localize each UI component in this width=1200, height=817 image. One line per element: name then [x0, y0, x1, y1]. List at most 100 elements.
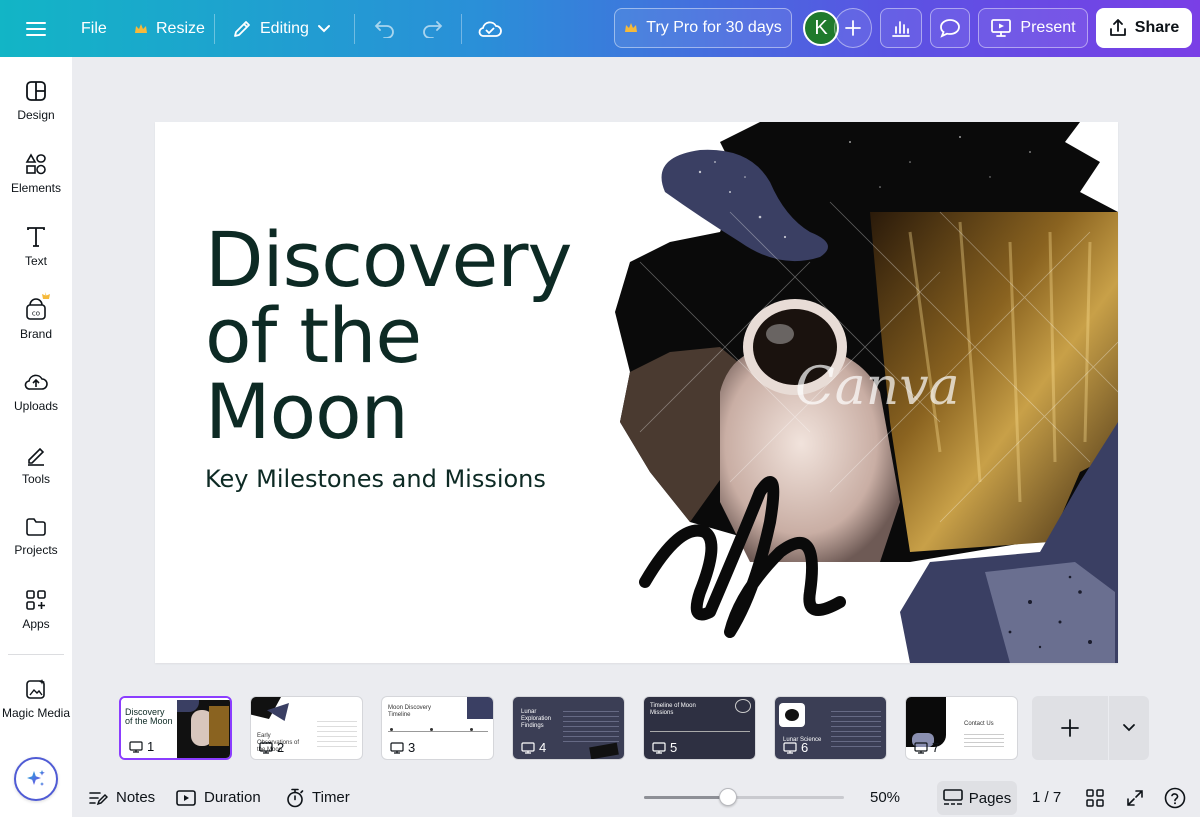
- sidebar-item-brand[interactable]: co Brand: [0, 291, 72, 341]
- grid-view-button[interactable]: [1086, 778, 1104, 817]
- folder-icon: [26, 518, 46, 536]
- magic-assistant-button[interactable]: [14, 757, 58, 801]
- present-icon: [783, 741, 797, 754]
- sidebar-item-projects[interactable]: Projects: [0, 517, 72, 557]
- menu-button[interactable]: [26, 0, 46, 57]
- zoom-slider-handle[interactable]: [719, 788, 737, 806]
- sidebar-item-apps[interactable]: Apps: [0, 589, 72, 631]
- crown-icon: [135, 23, 147, 33]
- fullscreen-button[interactable]: [1126, 778, 1144, 817]
- share-icon: [1109, 19, 1126, 36]
- sidebar-label: Brand: [19, 327, 53, 341]
- bottom-toolbar: Notes Duration Timer 50% Pages 1 / 7: [72, 778, 1200, 817]
- file-label: File: [81, 19, 107, 37]
- crown-icon: [625, 23, 638, 32]
- try-pro-button[interactable]: Try Pro for 30 days: [614, 8, 792, 48]
- page-thumbnail[interactable]: Discovery of the Moon 1: [119, 696, 232, 760]
- slide-canvas[interactable]: Discovery of the Moon Key Milestones and…: [155, 122, 1118, 663]
- page-indicator: 1 / 7: [1032, 778, 1061, 817]
- share-button[interactable]: Share: [1096, 8, 1192, 48]
- divider: [214, 14, 215, 44]
- editing-mode-dropdown[interactable]: Editing: [232, 0, 331, 57]
- cloud-check-icon: [478, 21, 502, 37]
- file-menu[interactable]: File: [81, 0, 107, 57]
- comment-icon: [940, 19, 960, 38]
- try-pro-label: Try Pro for 30 days: [646, 19, 782, 36]
- sidebar-item-uploads[interactable]: Uploads: [0, 371, 72, 413]
- page-number: 5: [652, 740, 677, 755]
- plus-icon: [1061, 719, 1079, 737]
- present-icon: [259, 741, 273, 754]
- page-thumbnail[interactable]: Contact Us 7: [905, 696, 1018, 760]
- canva-watermark: Canva: [795, 357, 960, 417]
- sidebar-item-tools[interactable]: Tools: [0, 444, 72, 486]
- design-icon: [26, 81, 46, 101]
- apps-icon: [26, 590, 46, 610]
- editing-label: Editing: [260, 19, 309, 37]
- page-thumbnails-strip: Discovery of the Moon 1 Early Observatio…: [72, 690, 1200, 766]
- present-icon: [914, 741, 928, 754]
- undo-button[interactable]: [374, 0, 396, 57]
- chevron-down-icon: [1123, 724, 1135, 732]
- pages-label: Pages: [968, 789, 1012, 807]
- zoom-slider[interactable]: [644, 788, 844, 806]
- tools-icon: [28, 447, 45, 466]
- thumbnail-image: [177, 700, 230, 758]
- page-number: 7: [914, 740, 939, 755]
- redo-button[interactable]: [421, 0, 443, 57]
- sidebar-item-elements[interactable]: Elements: [0, 153, 72, 195]
- resize-button[interactable]: Resize: [134, 0, 205, 57]
- zoom-slider-fill: [644, 796, 728, 799]
- grid-view-icon: [1086, 788, 1104, 807]
- left-sidebar: Design Elements Text co Brand Uploads To…: [0, 57, 72, 817]
- slide-subtitle[interactable]: Key Milestones and Missions: [205, 465, 546, 493]
- sidebar-item-design[interactable]: Design: [0, 80, 72, 122]
- top-bar: File Resize Editing Try Pro for 30 days …: [0, 0, 1200, 57]
- page-number: 4: [521, 740, 546, 755]
- page-thumbnail[interactable]: Lunar Science 6: [774, 696, 887, 760]
- duration-button[interactable]: Duration: [176, 778, 261, 817]
- help-button[interactable]: [1164, 778, 1186, 817]
- notes-button[interactable]: Notes: [88, 778, 155, 817]
- slide-title[interactable]: Discovery of the Moon: [205, 222, 625, 450]
- page-thumbnail[interactable]: Early Observations of the Moon 2: [250, 696, 363, 760]
- thumbnail-title: Timeline of Moon Missions: [650, 703, 696, 716]
- notes-icon: [89, 791, 108, 805]
- add-collaborator-button[interactable]: [834, 8, 872, 48]
- brand-icon: co: [26, 292, 50, 320]
- present-icon: [390, 741, 404, 754]
- help-icon: [1164, 787, 1186, 808]
- page-thumbnail[interactable]: Timeline of Moon Missions 5: [643, 696, 756, 760]
- timer-button[interactable]: Timer: [286, 778, 350, 817]
- cloud-save-button[interactable]: [478, 0, 502, 57]
- timer-label: Timer: [312, 789, 350, 806]
- sidebar-label: Magic Media: [1, 706, 71, 720]
- present-icon: [521, 741, 535, 754]
- sidebar-item-magic-media[interactable]: Magic Media: [0, 678, 72, 720]
- add-page-button[interactable]: [1032, 696, 1108, 760]
- page-thumbnail[interactable]: Lunar Exploration Findings 4: [512, 696, 625, 760]
- page-options-button[interactable]: [1109, 696, 1149, 760]
- page-number-text: 2: [277, 740, 285, 755]
- page-number-text: 3: [408, 740, 416, 755]
- duration-label: Duration: [204, 789, 261, 806]
- bar-chart-icon: [892, 21, 910, 37]
- sidebar-label: Projects: [14, 543, 58, 557]
- page-number: 6: [783, 740, 808, 755]
- avatar-initial: K: [814, 16, 828, 39]
- hamburger-icon: [26, 21, 46, 36]
- page-thumbnail[interactable]: Moon Discovery Timeline 3: [381, 696, 494, 760]
- comments-button[interactable]: [930, 8, 970, 48]
- sidebar-item-text[interactable]: Text: [0, 226, 72, 268]
- page-number-text: 5: [670, 740, 678, 755]
- svg-text:co: co: [32, 310, 40, 318]
- notes-label: Notes: [116, 789, 156, 806]
- present-icon: [652, 741, 666, 754]
- zoom-level[interactable]: 50%: [870, 778, 900, 817]
- pages-grid-icon: [942, 789, 963, 805]
- insights-button[interactable]: [880, 8, 922, 48]
- present-button[interactable]: Present: [978, 8, 1088, 48]
- present-icon: [129, 740, 143, 753]
- sidebar-label: Design: [17, 108, 55, 122]
- pages-button[interactable]: Pages: [937, 781, 1017, 815]
